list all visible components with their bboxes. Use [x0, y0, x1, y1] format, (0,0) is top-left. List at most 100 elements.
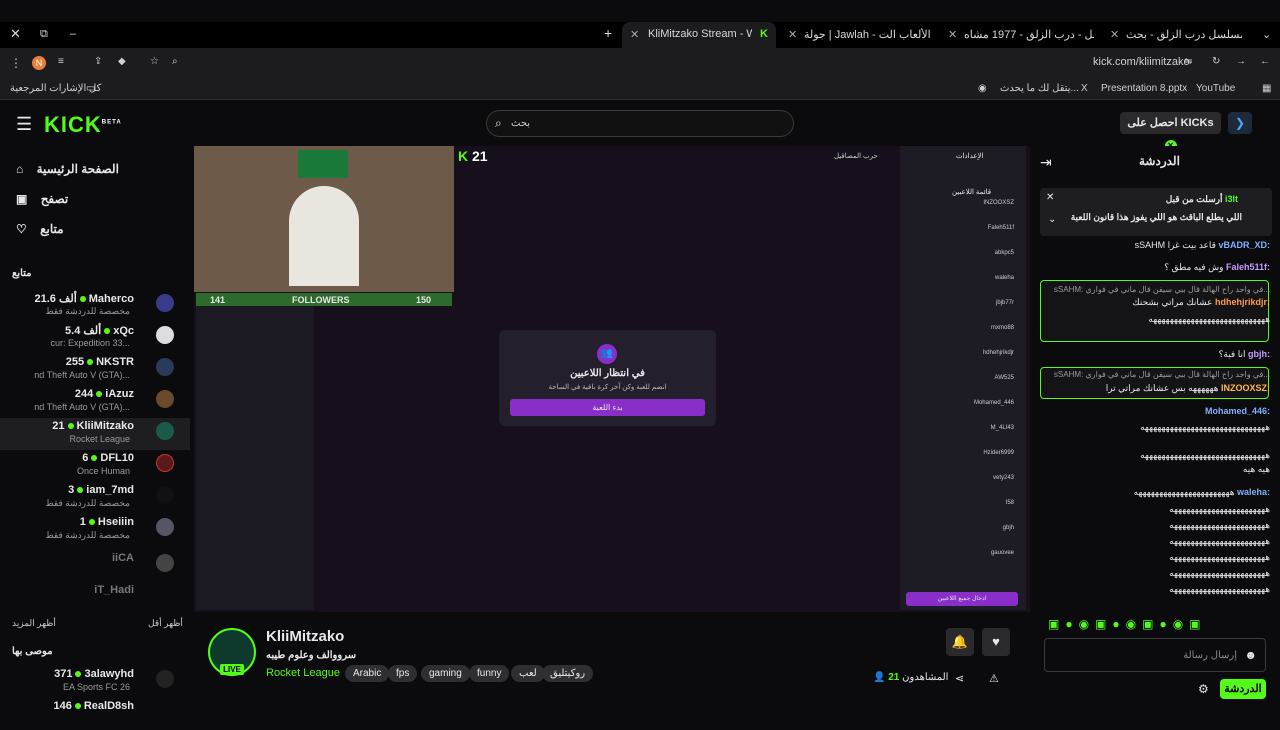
player-row: AW525 — [994, 375, 1014, 381]
zoom-icon[interactable]: ⌕ — [172, 56, 178, 67]
start-game-button[interactable]: بدء اللعبة — [510, 399, 705, 416]
emoji-icon[interactable]: ☻ — [1244, 648, 1257, 662]
sidebar-channel[interactable]: 146 RealD8sh — [0, 698, 190, 730]
tab-search-icon[interactable]: ⌄ — [1262, 28, 1271, 41]
bookmark-youtube[interactable]: YouTube — [1196, 83, 1235, 94]
share-icon[interactable]: ⋖ — [955, 672, 964, 685]
join-all-button[interactable]: ادخال جميع اللاعبين — [906, 592, 1018, 606]
avatar — [156, 294, 174, 312]
sidebar-channel[interactable]: 3 iam_7md مخصصة للدردشة فقط — [0, 482, 190, 514]
bookmark-x-post[interactable]: يتقل لك ما يحدث... — [1000, 83, 1079, 94]
sidebar-channel-offline[interactable]: iT_Hadi — [0, 582, 190, 614]
player-row: waleha — [994, 275, 1014, 281]
back-icon[interactable]: ← — [1260, 56, 1270, 67]
tab-close-icon[interactable]: ✕ — [630, 28, 639, 41]
sidebar-channel[interactable]: 255 NKSTR nd Theft Auto V (GTA)... — [0, 354, 190, 386]
chat-message: هيه هيه — [1242, 464, 1270, 474]
sidebar-channel[interactable]: 244 iAzuz nd Theft Auto V (GTA)... — [0, 386, 190, 418]
follow-heart-icon[interactable]: ♥ — [982, 628, 1010, 656]
sidebar-channel[interactable]: 6 DFL10 Once Human — [0, 450, 190, 482]
apps-icon[interactable]: ▦ — [1262, 83, 1271, 94]
streamer-figure — [289, 186, 359, 286]
tab-jawlah[interactable]: ✕ جولة | Jawlah - منصة الألعاب الت — [784, 22, 934, 48]
notification-bell-icon[interactable]: 🔔 — [946, 628, 974, 656]
gear-icon[interactable]: ⚙ — [1198, 682, 1209, 696]
nav-following[interactable]: ♡ متابع — [16, 222, 64, 236]
profile-avatar-icon[interactable]: N — [32, 56, 46, 70]
pinned-message: أرسلت من قبل i3lt اللي يطلع الباقث هو ال… — [1040, 188, 1272, 236]
reload-icon[interactable]: ↻ — [1212, 56, 1220, 67]
chat-input[interactable]: إرسال رسالة ☻ — [1044, 638, 1266, 672]
tab-close-icon[interactable]: ✕ — [1110, 28, 1119, 41]
avatar — [156, 422, 174, 440]
channel-name[interactable]: KliiMitzako — [266, 628, 344, 645]
site-settings-icon[interactable]: ⇋ — [1184, 56, 1192, 67]
report-icon[interactable]: ⚠ — [989, 672, 999, 685]
share-icon[interactable]: ⇪ — [94, 56, 102, 67]
chat-message: هههههههههههههههههههههههه — [1169, 552, 1270, 562]
nav-browse[interactable]: ▣ تصفح — [16, 192, 68, 206]
show-less-link[interactable]: أظهر أقل — [148, 618, 183, 629]
puzzle-icon[interactable]: ◆ — [118, 56, 126, 67]
search-input[interactable]: ⌕ بحث — [486, 110, 794, 137]
get-kicks-button[interactable]: احصل على KICKs ✕ — [1120, 112, 1221, 152]
category-link[interactable]: Rocket League — [266, 667, 340, 679]
sidebar-channel[interactable]: 5.4 ألف xQc cur: Expedition 33... — [0, 322, 190, 354]
kick-viewers-badge: K 21 — [458, 148, 488, 164]
restore-icon[interactable]: ⧉ — [40, 28, 48, 41]
minimize-icon[interactable]: – — [70, 28, 76, 40]
player-row: Mohamed_446 — [973, 400, 1014, 406]
tag[interactable]: روكيتليق — [542, 665, 594, 682]
chat-title: الدردشة — [1139, 154, 1180, 168]
player-row: jbjb77r — [995, 300, 1014, 306]
waiting-subtitle: انضم للعبة وكن آخر كرة باقية في الساحة — [548, 384, 667, 391]
forward-icon[interactable]: → — [1236, 56, 1246, 67]
sidebar-channel[interactable]: 371 3alawyhd EA Sports FC 26 — [0, 666, 190, 698]
emote-bar[interactable]: ▣●◉▣●◉▣●◉▣ — [1048, 617, 1264, 633]
tag[interactable]: Arabic — [345, 665, 390, 682]
sidebar-channel[interactable]: 1 Hseiiin مخصصة للدردشة فقط — [0, 514, 190, 546]
nav-home[interactable]: ⌂ الصفحة الرئيسية — [16, 162, 119, 176]
player-row: hdhehjrikdjr — [982, 350, 1014, 356]
player-row: vety243 — [992, 475, 1014, 481]
chevron-down-icon[interactable]: ⌄ — [1048, 214, 1056, 225]
game-title: حرب المصاقيل — [834, 153, 878, 160]
avatar — [156, 326, 174, 344]
bookmark-x[interactable]: X — [1081, 83, 1088, 94]
tag[interactable]: gaming — [421, 665, 470, 682]
collapse-chat-icon[interactable]: ⇥ — [1040, 154, 1052, 171]
menu-dots-icon[interactable]: ⋮ — [10, 56, 22, 70]
extensions-icon[interactable]: ≡ — [58, 56, 64, 67]
chat-message: ههههههههههههههههههههههههههههههه — [1140, 422, 1270, 432]
tab-close-icon[interactable]: ✕ — [948, 28, 957, 41]
show-more-link[interactable]: أظهر المزيد — [12, 618, 56, 629]
close-pin-icon[interactable]: ✕ — [1046, 192, 1054, 203]
followers-bar: 141 FOLLOWERS 150 — [196, 293, 452, 306]
chat-input-placeholder: إرسال رسالة — [1183, 650, 1237, 661]
hamburger-menu-icon[interactable]: ☰ — [16, 114, 32, 135]
player-row: Hzider6999 — [983, 450, 1014, 456]
kick-logo[interactable]: KICKBETA — [44, 112, 122, 138]
send-chat-button[interactable]: الدردشة — [1220, 679, 1266, 699]
address-bar[interactable]: kick.com/kliimitzako — [1093, 56, 1190, 68]
tab-close-icon[interactable]: ✕ — [788, 28, 797, 41]
browser-toolbar: ⋮ N ≡ ⇪ ◆ ☆ ⌕ kick.com/kliimitzako ⇋ ↻ →… — [0, 48, 1280, 78]
new-tab-icon[interactable]: + — [604, 25, 612, 41]
tab-series[interactable]: ✕ مسلسل - درب الزلق - 1977 مشاه — [944, 22, 1102, 48]
tab-kick[interactable]: ✕ KliMitzako Stream - Watch K — [622, 22, 776, 48]
stream-chat-overlay — [196, 306, 314, 610]
tag[interactable]: fps — [388, 665, 418, 682]
sidebar-channel-offline[interactable]: iiCA — [0, 550, 190, 582]
star-icon[interactable]: ☆ — [150, 56, 159, 67]
bookmarks-bar: كل الإشارات المرجعية ▭ YouTube Presentat… — [0, 78, 1280, 100]
avatar — [156, 670, 174, 688]
avatar[interactable]: ❯ — [1228, 112, 1252, 134]
tag[interactable]: funny — [469, 665, 510, 682]
bookmark-presentation[interactable]: Presentation 8.pptx — [1101, 83, 1187, 94]
close-window-icon[interactable]: ✕ — [10, 26, 21, 42]
recommended-heading: موصى بها — [12, 646, 53, 657]
tab-google[interactable]: ✕ مسلسل درب الزلق - بحث Google — [1106, 22, 1254, 48]
sidebar-channel-active[interactable]: 21 KliiMitzako Rocket League — [0, 418, 190, 450]
sidebar-channel[interactable]: 21.6 ألف Maherco مخصصة للدردشة فقط — [0, 290, 190, 322]
tag[interactable]: لعب — [511, 665, 545, 682]
